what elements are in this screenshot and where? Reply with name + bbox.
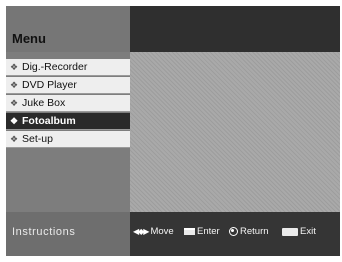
- menu-item-label: Dig.-Recorder: [22, 61, 88, 73]
- enter-key-icon: [184, 228, 195, 235]
- hint-enter-label: Enter: [197, 226, 220, 237]
- menu-title: Menu: [12, 31, 46, 46]
- menu-key-icon: [282, 227, 298, 236]
- menu-item-label: Fotoalbum: [22, 115, 76, 127]
- menu-item-label: Juke Box: [22, 97, 66, 109]
- menu-item-juke-box[interactable]: ❖ Juke Box: [6, 95, 130, 112]
- diamond-bullet-icon: ❖: [9, 133, 19, 144]
- four-way-arrows-icon: ◀◆▶: [133, 227, 150, 236]
- hint-move: ◀◆▶ Move: [133, 226, 174, 237]
- menu-header: Menu: [6, 6, 130, 52]
- return-circle-icon: [229, 227, 238, 236]
- instructions-box: Instructions: [6, 212, 130, 256]
- menu-panel: ❖ Dig.-Recorder ❖ DVD Player ❖ Juke Box …: [6, 52, 130, 212]
- menu-item-fotoalbum[interactable]: ❖ Fotoalbum: [6, 113, 130, 130]
- menu-item-set-up[interactable]: ❖ Set-up: [6, 131, 130, 148]
- instructions-bar: Instructions ◀◆▶ Move Enter Return Exit: [6, 212, 340, 256]
- hint-enter: Enter: [184, 226, 220, 237]
- hint-exit: Exit: [282, 226, 316, 237]
- diamond-bullet-icon: ❖: [9, 61, 19, 72]
- hint-return: Return: [229, 226, 269, 237]
- hint-exit-label: Exit: [300, 226, 316, 237]
- diamond-bullet-icon: ❖: [9, 97, 19, 108]
- instructions-label: Instructions: [12, 226, 76, 238]
- menu-item-dig-recorder[interactable]: ❖ Dig.-Recorder: [6, 59, 130, 76]
- menu-item-label: Set-up: [22, 133, 53, 145]
- hint-move-label: Move: [150, 226, 174, 237]
- diamond-bullet-icon: ❖: [9, 79, 19, 90]
- osd-screen: Menu ❖ Dig.-Recorder ❖ DVD Player ❖ Juke…: [6, 6, 340, 256]
- menu-item-label: DVD Player: [22, 79, 77, 91]
- menu-item-dvd-player[interactable]: ❖ DVD Player: [6, 77, 130, 94]
- hint-return-label: Return: [240, 226, 269, 237]
- diamond-bullet-icon: ❖: [9, 115, 19, 126]
